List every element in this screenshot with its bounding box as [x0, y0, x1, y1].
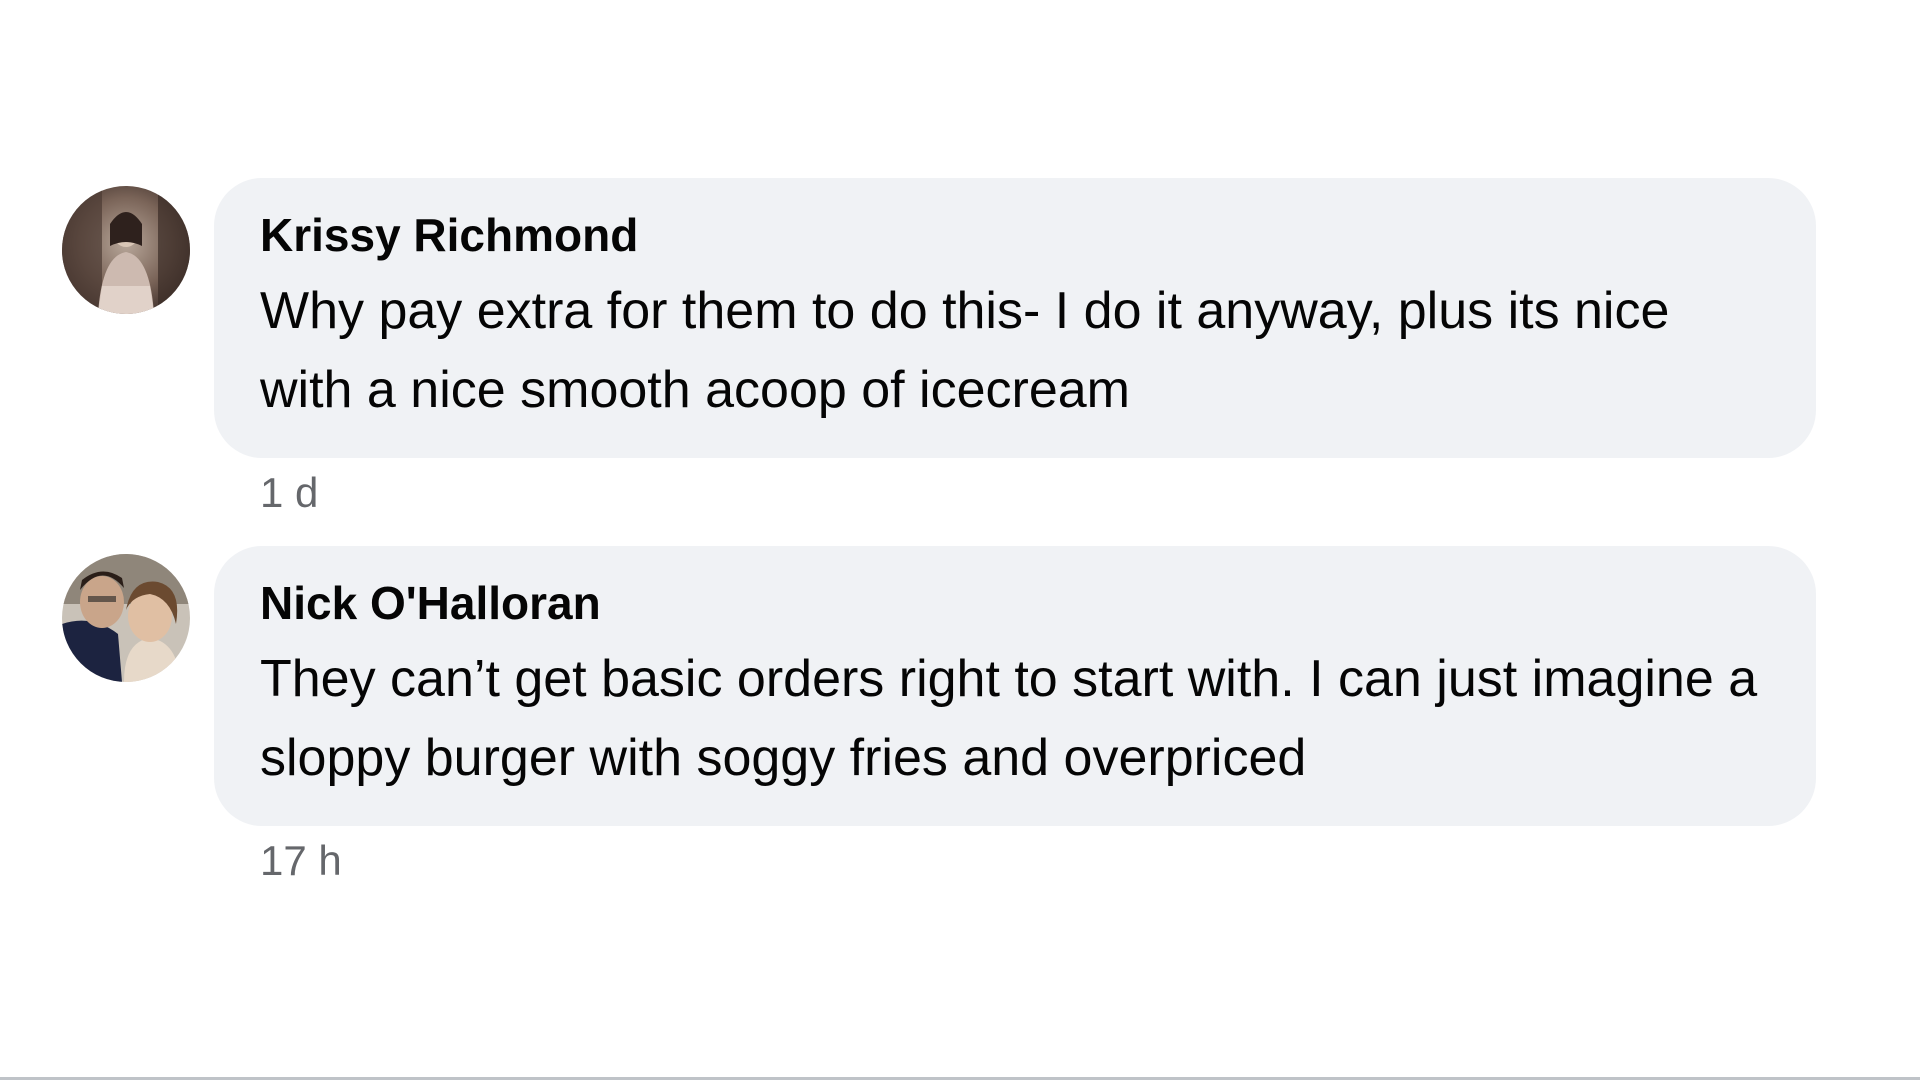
- comment-item: Nick O'Halloran They can’t get basic ord…: [62, 546, 1822, 914]
- avatar-image: [62, 186, 190, 314]
- comment-bubble: Nick O'Halloran They can’t get basic ord…: [214, 546, 1816, 826]
- comment-list: Krissy Richmond Why pay extra for them t…: [62, 178, 1822, 914]
- avatar[interactable]: [62, 186, 190, 314]
- comment-item: Krissy Richmond Why pay extra for them t…: [62, 178, 1822, 546]
- comment-timestamp[interactable]: 17 h: [260, 836, 342, 886]
- comment-timestamp[interactable]: 1 d: [260, 468, 318, 518]
- comment-bubble: Krissy Richmond Why pay extra for them t…: [214, 178, 1816, 458]
- comment-author[interactable]: Nick O'Halloran: [260, 576, 1770, 630]
- avatar-image: [62, 554, 190, 682]
- comment-text: Why pay extra for them to do this- I do …: [260, 282, 1670, 419]
- comment-text: They can’t get basic orders right to sta…: [260, 650, 1758, 787]
- comments-page: Krissy Richmond Why pay extra for them t…: [0, 0, 1920, 1080]
- avatar[interactable]: [62, 554, 190, 682]
- comment-author[interactable]: Krissy Richmond: [260, 208, 1770, 262]
